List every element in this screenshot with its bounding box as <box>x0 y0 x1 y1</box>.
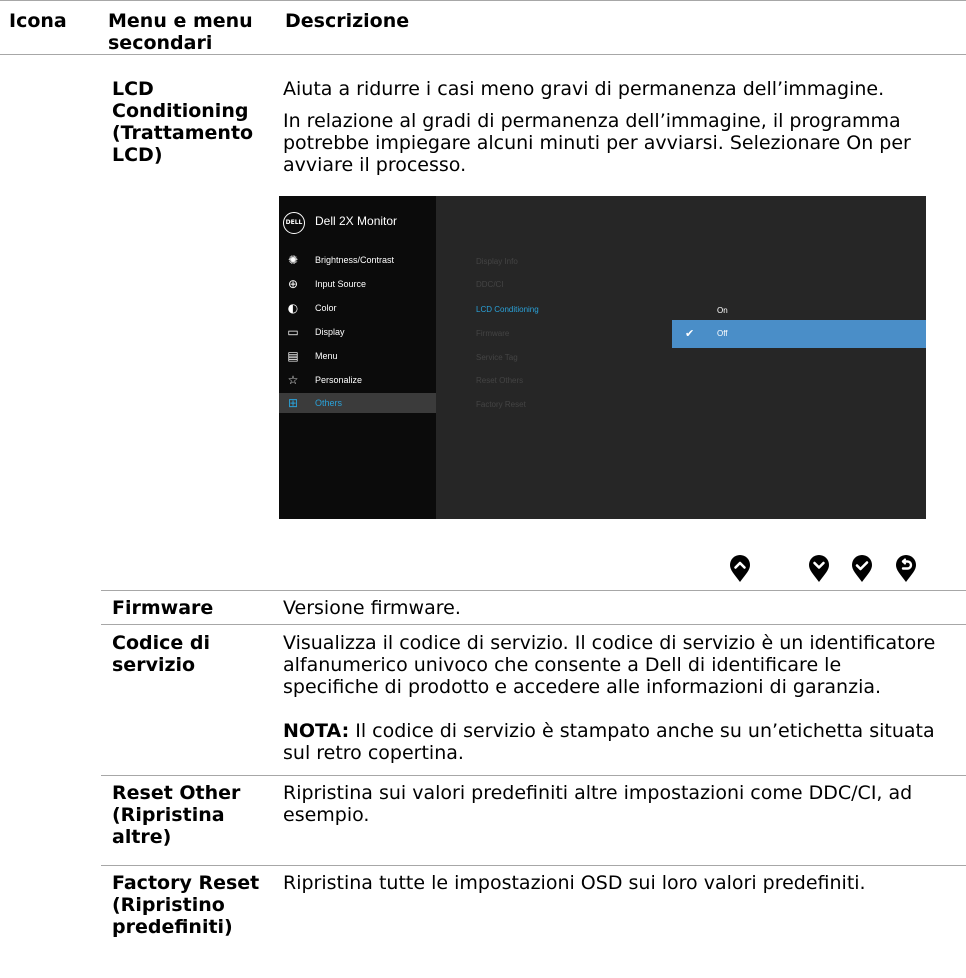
osd-submenu-firmware[interactable]: Firmware <box>476 329 509 339</box>
row-label-firmware: Firmware <box>112 597 214 619</box>
osd-menu-item-display[interactable]: ▭ Display <box>279 322 436 342</box>
osd-menu-label: Menu <box>315 351 338 361</box>
row-desc-lcd-2: In relazione al gradi di permanenza dell… <box>283 110 911 176</box>
star-icon: ☆ <box>287 373 299 387</box>
osd-menu-label: Display <box>315 327 345 337</box>
row-divider <box>101 775 966 776</box>
osd-title: Dell 2X Monitor <box>315 214 398 228</box>
osd-submenu-ddcci[interactable]: DDC/CI <box>476 280 504 290</box>
osd-menu-label: Personalize <box>315 375 363 385</box>
osd-option-off[interactable]: ✔ Off <box>672 320 926 348</box>
osd-menu-item-brightness[interactable]: ✺ Brightness/Contrast <box>279 250 436 270</box>
note-label: NOTA: <box>283 720 350 742</box>
table-top-border <box>0 0 966 1</box>
osd-screenshot: DELL Dell 2X Monitor ✺ Brightness/Contra… <box>279 196 926 519</box>
row-label-service-tag: Codice di servizio <box>112 632 210 676</box>
menu-icon: ▤ <box>287 349 299 363</box>
back-button-icon <box>896 555 916 582</box>
up-button-icon <box>730 555 750 582</box>
osd-menu-item-others[interactable]: ⊞ Others <box>279 393 436 413</box>
osd-menu-item-menu[interactable]: ▤ Menu <box>279 346 436 366</box>
input-source-icon: ⊕ <box>287 277 299 291</box>
osd-menu-label: Brightness/Contrast <box>315 255 395 265</box>
row-label-reset-other: Reset Other (Ripristina altre) <box>112 782 241 848</box>
osd-menu-label: Input Source <box>315 279 367 289</box>
row-desc-reset-other: Ripristina sui valori predefiniti altre … <box>283 782 913 826</box>
osd-submenu-factory-reset[interactable]: Factory Reset <box>476 400 526 410</box>
osd-menu-label: Color <box>315 303 337 313</box>
osd-submenu-panel: Display Info DDC/CI LCD Conditioning Fir… <box>436 196 926 519</box>
row-note-service-tag: NOTA: Il codice di servizio è stampato a… <box>283 720 963 764</box>
note-text: Il codice di servizio è stampato anche s… <box>283 720 935 764</box>
brightness-icon: ✺ <box>287 253 299 267</box>
checkmark-icon: ✔ <box>685 327 695 340</box>
display-icon: ▭ <box>287 325 299 339</box>
others-icon: ⊞ <box>287 396 299 410</box>
osd-submenu-display-info[interactable]: Display Info <box>476 257 518 267</box>
row-desc-service-tag: Visualizza il codice di servizio. Il cod… <box>283 632 936 698</box>
column-header-icon: Icona <box>9 10 67 32</box>
osd-menu-label: Others <box>315 398 343 408</box>
row-label-factory-reset: Factory Reset (Ripristino predefiniti) <box>112 872 260 938</box>
osd-submenu-reset-others[interactable]: Reset Others <box>476 376 523 386</box>
osd-submenu-lcd-conditioning[interactable]: LCD Conditioning <box>476 305 539 315</box>
dell-logo: DELL <box>283 212 305 234</box>
row-divider <box>101 624 966 625</box>
column-header-description: Descrizione <box>285 10 410 32</box>
osd-menu-item-personalize[interactable]: ☆ Personalize <box>279 370 436 390</box>
row-divider <box>101 590 966 591</box>
row-desc-firmware: Versione firmware. <box>283 597 461 619</box>
osd-submenu-service-tag[interactable]: Service Tag <box>476 353 518 363</box>
osd-menu-item-color[interactable]: ◐ Color <box>279 298 436 318</box>
osd-option-label: On <box>717 306 728 315</box>
osd-main-menu-panel: DELL Dell 2X Monitor ✺ Brightness/Contra… <box>279 196 436 519</box>
row-desc-factory-reset: Ripristina tutte le impostazioni OSD sui… <box>283 872 866 894</box>
column-header-menu: Menu e menu secondari <box>108 10 253 54</box>
row-label-lcd-conditioning: LCD Conditioning (Trattamento LCD) <box>112 78 254 166</box>
down-button-icon <box>809 555 829 582</box>
ok-check-button-icon <box>852 555 872 582</box>
osd-menu-item-input-source[interactable]: ⊕ Input Source <box>279 274 436 294</box>
row-desc-lcd-1: Aiuta a ridurre i casi meno gravi di per… <box>283 78 885 100</box>
color-palette-icon: ◐ <box>287 301 299 315</box>
row-divider <box>101 865 966 866</box>
header-divider <box>0 54 966 55</box>
osd-option-label: Off <box>717 329 728 338</box>
